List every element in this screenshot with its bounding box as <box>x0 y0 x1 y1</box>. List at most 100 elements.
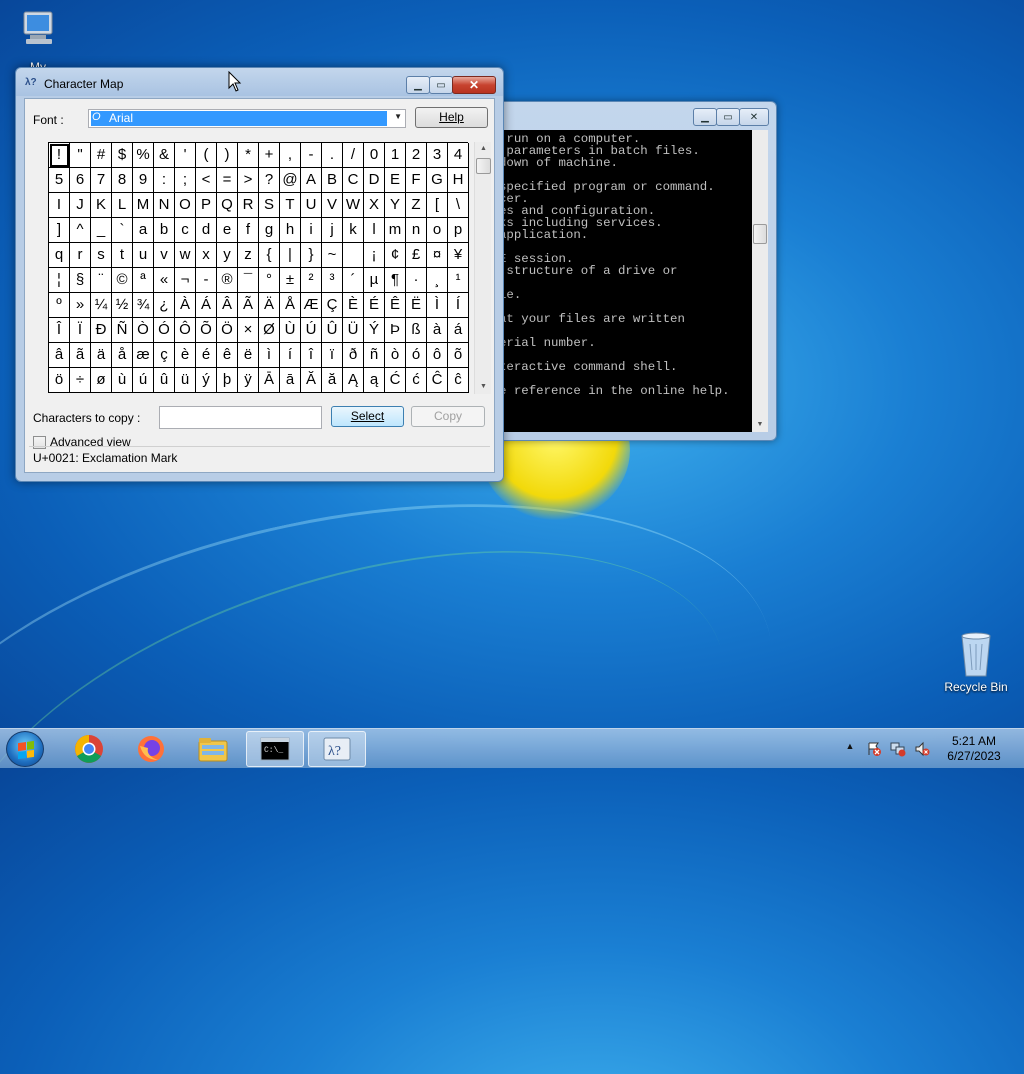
character-cell[interactable]: [ <box>427 193 448 218</box>
character-cell[interactable]: x <box>196 243 217 268</box>
character-cell[interactable]: Q <box>217 193 238 218</box>
character-cell[interactable]: û <box>154 368 175 393</box>
character-cell[interactable]: 4 <box>448 143 469 168</box>
character-cell[interactable]: Õ <box>196 318 217 343</box>
characters-to-copy-input[interactable] <box>159 406 322 429</box>
character-cell[interactable]: # <box>91 143 112 168</box>
chevron-down-icon[interactable]: ▼ <box>394 112 402 121</box>
character-grid[interactable]: ! " # $% & '() * +, -./0 1 2 3 4 5 6 7 8 9:; < = >? @ A B C D E F G H… <box>48 142 469 393</box>
recycle-bin-desktop-icon[interactable]: Recycle Bin <box>940 630 1012 694</box>
character-cell[interactable]: Ü <box>343 318 364 343</box>
character-cell[interactable]: ! <box>49 143 70 168</box>
character-cell[interactable]: i <box>301 218 322 243</box>
character-cell[interactable]: ] <box>49 218 70 243</box>
character-cell[interactable]: Ą <box>343 368 364 393</box>
character-cell[interactable]: ¤ <box>427 243 448 268</box>
character-cell[interactable]: F <box>406 168 427 193</box>
character-cell[interactable]: ü <box>175 368 196 393</box>
character-cell[interactable]: " <box>70 143 91 168</box>
character-cell[interactable]: Ä <box>259 293 280 318</box>
taskbar-chrome[interactable] <box>60 731 118 767</box>
character-cell[interactable]: ? <box>259 168 280 193</box>
character-cell[interactable]: Ð <box>91 318 112 343</box>
character-cell[interactable] <box>343 243 364 268</box>
character-cell[interactable]: ć <box>406 368 427 393</box>
character-cell[interactable]: þ <box>217 368 238 393</box>
character-cell[interactable]: _ <box>91 218 112 243</box>
character-cell[interactable]: Ú <box>301 318 322 343</box>
character-cell[interactable]: µ <box>364 268 385 293</box>
character-cell[interactable]: Z <box>406 193 427 218</box>
character-cell[interactable]: À <box>175 293 196 318</box>
character-cell[interactable]: k <box>343 218 364 243</box>
minimize-button[interactable]: ▁ <box>406 76 430 94</box>
character-cell[interactable]: ç <box>154 343 175 368</box>
character-cell[interactable]: B <box>322 168 343 193</box>
console-close-button[interactable]: ✕ <box>739 108 769 126</box>
character-cell[interactable]: Û <box>322 318 343 343</box>
character-cell[interactable]: ¹ <box>448 268 469 293</box>
taskbar-command-prompt[interactable]: C:\_ <box>246 731 304 767</box>
character-cell[interactable]: n <box>406 218 427 243</box>
character-cell[interactable]: P <box>196 193 217 218</box>
character-cell[interactable]: ß <box>406 318 427 343</box>
character-cell[interactable]: } <box>301 243 322 268</box>
character-cell[interactable]: 8 <box>112 168 133 193</box>
character-cell[interactable]: Þ <box>385 318 406 343</box>
character-cell[interactable]: Ù <box>280 318 301 343</box>
character-cell[interactable]: § <box>70 268 91 293</box>
character-cell[interactable]: ¥ <box>448 243 469 268</box>
character-cell[interactable]: ð <box>343 343 364 368</box>
character-cell[interactable]: ĉ <box>448 368 469 393</box>
character-grid-scrollbar[interactable]: ▲ ▼ <box>474 142 491 394</box>
character-cell[interactable]: « <box>154 268 175 293</box>
character-cell[interactable]: Ê <box>385 293 406 318</box>
character-cell[interactable]: ¾ <box>133 293 154 318</box>
character-cell[interactable]: + <box>259 143 280 168</box>
character-cell[interactable]: Á <box>196 293 217 318</box>
character-cell[interactable]: z <box>238 243 259 268</box>
character-cell[interactable]: a <box>133 218 154 243</box>
character-cell[interactable]: ý <box>196 368 217 393</box>
character-cell[interactable]: ÷ <box>70 368 91 393</box>
character-cell[interactable]: $ <box>112 143 133 168</box>
character-cell[interactable]: Å <box>280 293 301 318</box>
character-cell[interactable]: m <box>385 218 406 243</box>
character-cell[interactable]: h <box>280 218 301 243</box>
character-cell[interactable]: ^ <box>70 218 91 243</box>
help-button[interactable]: Help <box>415 107 488 128</box>
character-cell[interactable]: t <box>112 243 133 268</box>
character-cell[interactable]: ò <box>385 343 406 368</box>
character-cell[interactable]: y <box>217 243 238 268</box>
character-cell[interactable]: 3 <box>427 143 448 168</box>
character-cell[interactable]: . <box>322 143 343 168</box>
character-cell[interactable]: w <box>175 243 196 268</box>
character-cell[interactable]: ô <box>427 343 448 368</box>
character-cell[interactable]: Ñ <box>112 318 133 343</box>
character-cell[interactable]: Ï <box>70 318 91 343</box>
character-cell[interactable]: K <box>91 193 112 218</box>
character-cell[interactable]: < <box>196 168 217 193</box>
character-cell[interactable]: Ç <box>322 293 343 318</box>
character-cell[interactable]: Í <box>448 293 469 318</box>
character-cell[interactable]: @ <box>280 168 301 193</box>
character-cell[interactable]: C <box>343 168 364 193</box>
character-cell[interactable]: 9 <box>133 168 154 193</box>
charmap-titlebar[interactable]: λ? Character Map ▁ ▭ ✕ <box>16 68 503 98</box>
character-cell[interactable]: ù <box>112 368 133 393</box>
character-cell[interactable]: / <box>343 143 364 168</box>
character-cell[interactable]: e <box>217 218 238 243</box>
character-cell[interactable]: ) <box>217 143 238 168</box>
character-cell[interactable]: d <box>196 218 217 243</box>
character-cell[interactable]: N <box>154 193 175 218</box>
character-cell[interactable]: b <box>154 218 175 243</box>
character-cell[interactable]: O <box>175 193 196 218</box>
character-cell[interactable]: l <box>364 218 385 243</box>
character-cell[interactable]: Ø <box>259 318 280 343</box>
character-cell[interactable]: - <box>196 268 217 293</box>
character-cell[interactable]: G <box>427 168 448 193</box>
character-cell[interactable]: ( <box>196 143 217 168</box>
character-cell[interactable]: M <box>133 193 154 218</box>
character-cell[interactable]: æ <box>133 343 154 368</box>
taskbar-character-map[interactable]: λ? <box>308 731 366 767</box>
